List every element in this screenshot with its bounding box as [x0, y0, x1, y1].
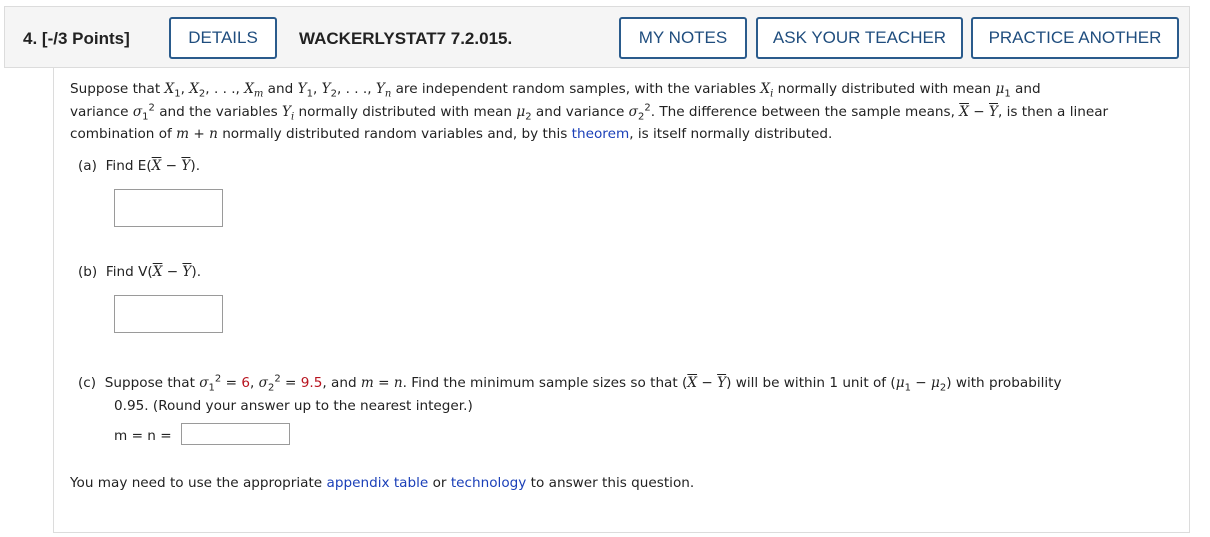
part-a-answer-input[interactable] — [114, 189, 223, 227]
assignment-code: WACKERLYSTAT7 7.2.015. — [299, 29, 513, 48]
part-a-prompt: (a) Find E(X − Y). — [78, 158, 201, 174]
question-content: Suppose that X1, X2, . . ., Xm and Y1, Y… — [53, 68, 1190, 533]
sigma1-value: 6 — [241, 375, 250, 391]
theorem-link[interactable]: theorem — [572, 126, 630, 142]
footer-note: You may need to use the appropriate appe… — [70, 475, 695, 491]
part-c-answer-label: m = n = — [114, 428, 172, 444]
my-notes-button[interactable]: MY NOTES — [619, 17, 747, 59]
question-header: 4. [-/3 Points] DETAILS WACKERLYSTAT7 7.… — [4, 6, 1190, 68]
appendix-table-link[interactable]: appendix table — [327, 475, 429, 491]
part-b-prompt: (b) Find V(X − Y). — [78, 264, 202, 280]
part-c-prompt: (c) Suppose that σ12 = 6, σ22 = 9.5, and… — [78, 373, 1062, 414]
part-c-answer-input[interactable] — [181, 423, 290, 445]
details-button[interactable]: DETAILS — [169, 17, 277, 59]
technology-link[interactable]: technology — [451, 475, 526, 491]
part-b-answer-input[interactable] — [114, 295, 223, 333]
points-label: [-/3 Points] — [41, 29, 130, 48]
question-number: 4. [-/3 Points] — [23, 29, 130, 48]
practice-another-button[interactable]: PRACTICE ANOTHER — [971, 17, 1179, 59]
question-intro: Suppose that X1, X2, . . ., Xm and Y1, Y… — [70, 81, 1109, 142]
sigma2-value: 9.5 — [300, 375, 323, 391]
ask-your-teacher-button[interactable]: ASK YOUR TEACHER — [756, 17, 963, 59]
